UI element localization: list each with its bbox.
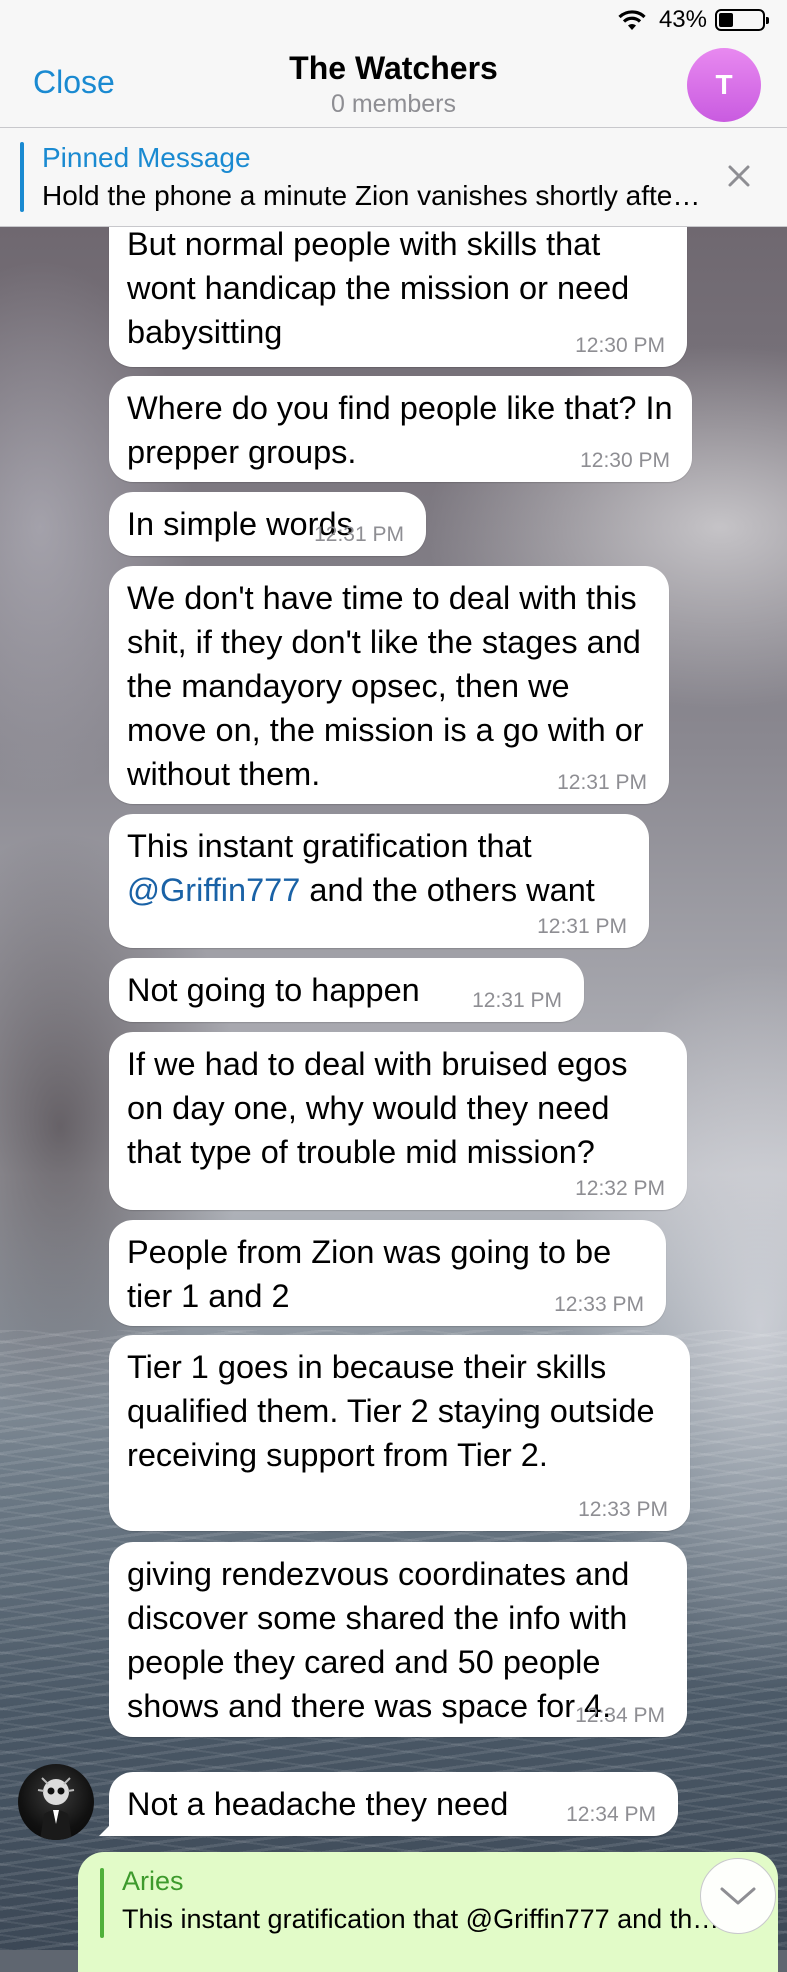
pinned-title: Pinned Message — [42, 142, 251, 173]
reply-sender-name: Aries — [122, 1866, 184, 1896]
message-time: 12:31 PM — [314, 523, 404, 546]
message-text-part: This instant gratification that — [127, 828, 532, 864]
message-text: Tier 1 goes in because their skills qual… — [127, 1349, 655, 1473]
scroll-to-bottom-button[interactable] — [700, 1858, 776, 1934]
message-bubble[interactable]: We don't have time to deal with this shi… — [109, 566, 669, 804]
message-text: If we had to deal with bruised egos on d… — [127, 1046, 628, 1170]
message-time: 12:30 PM — [575, 334, 665, 357]
sender-avatar[interactable] — [18, 1764, 94, 1840]
chevron-down-icon — [720, 1887, 756, 1905]
message-text: giving rendezvous coordinates and discov… — [127, 1556, 630, 1724]
pinned-message-bar[interactable]: Pinned Message Hold the phone a minute Z… — [0, 128, 787, 227]
message-time: 12:30 PM — [580, 449, 670, 472]
reply-preview[interactable]: Aries This instant gratification that @G… — [78, 1852, 778, 1972]
message-bubble[interactable]: If we had to deal with bruised egos on d… — [109, 1032, 687, 1210]
group-avatar[interactable]: T — [687, 48, 761, 122]
message-bubble[interactable]: Tier 1 goes in because their skills qual… — [109, 1335, 690, 1531]
status-bar: 43% — [0, 0, 787, 40]
message-bubble[interactable]: giving rendezvous coordinates and discov… — [109, 1542, 687, 1737]
message-bubble[interactable]: People from Zion was going to be tier 1 … — [109, 1220, 666, 1326]
message-time: 12:31 PM — [537, 915, 627, 938]
pinned-text: Hold the phone a minute Zion vanishes sh… — [42, 180, 702, 211]
chat-title[interactable]: The Watchers — [0, 50, 787, 87]
message-time: 12:34 PM — [575, 1704, 665, 1727]
message-time: 12:34 PM — [566, 1803, 656, 1826]
message-time: 12:33 PM — [578, 1498, 668, 1521]
wifi-icon — [618, 10, 646, 30]
message-time: 12:32 PM — [575, 1177, 665, 1200]
pinned-accent-bar — [20, 142, 24, 212]
message-bubble[interactable]: But normal people with skills that wont … — [109, 222, 687, 367]
message-bubble[interactable]: Not a headache they need 12:34 PM — [109, 1772, 678, 1836]
message-bubble[interactable]: This instant gratification that @Griffin… — [109, 814, 649, 948]
message-bubble[interactable]: Where do you find people like that? In p… — [109, 376, 692, 482]
reply-quoted-text: This instant gratification that @Griffin… — [122, 1904, 722, 1934]
member-count: 0 members — [330, 90, 457, 118]
message-text: We don't have time to deal with this shi… — [127, 580, 644, 792]
message-bubble[interactable]: Not going to happen 12:31 PM — [109, 958, 584, 1022]
skull-icon — [37, 1777, 75, 1840]
message-time: 12:31 PM — [557, 771, 647, 794]
message-text: This instant gratification that @Griffin… — [127, 824, 631, 912]
close-pinned-icon[interactable] — [721, 158, 757, 194]
battery-icon — [715, 9, 769, 31]
message-time: 12:33 PM — [554, 1293, 644, 1316]
mention-link[interactable]: @Griffin777 — [127, 872, 300, 908]
message-text-part: and the others want — [300, 872, 595, 908]
battery-percent: 43% — [658, 6, 707, 33]
message-bubble[interactable]: In simple words 12:31 PM — [109, 492, 426, 556]
reply-accent-bar — [100, 1868, 104, 1938]
nav-bar: Close The Watchers 0 members T — [0, 40, 787, 128]
message-time: 12:31 PM — [472, 989, 562, 1012]
